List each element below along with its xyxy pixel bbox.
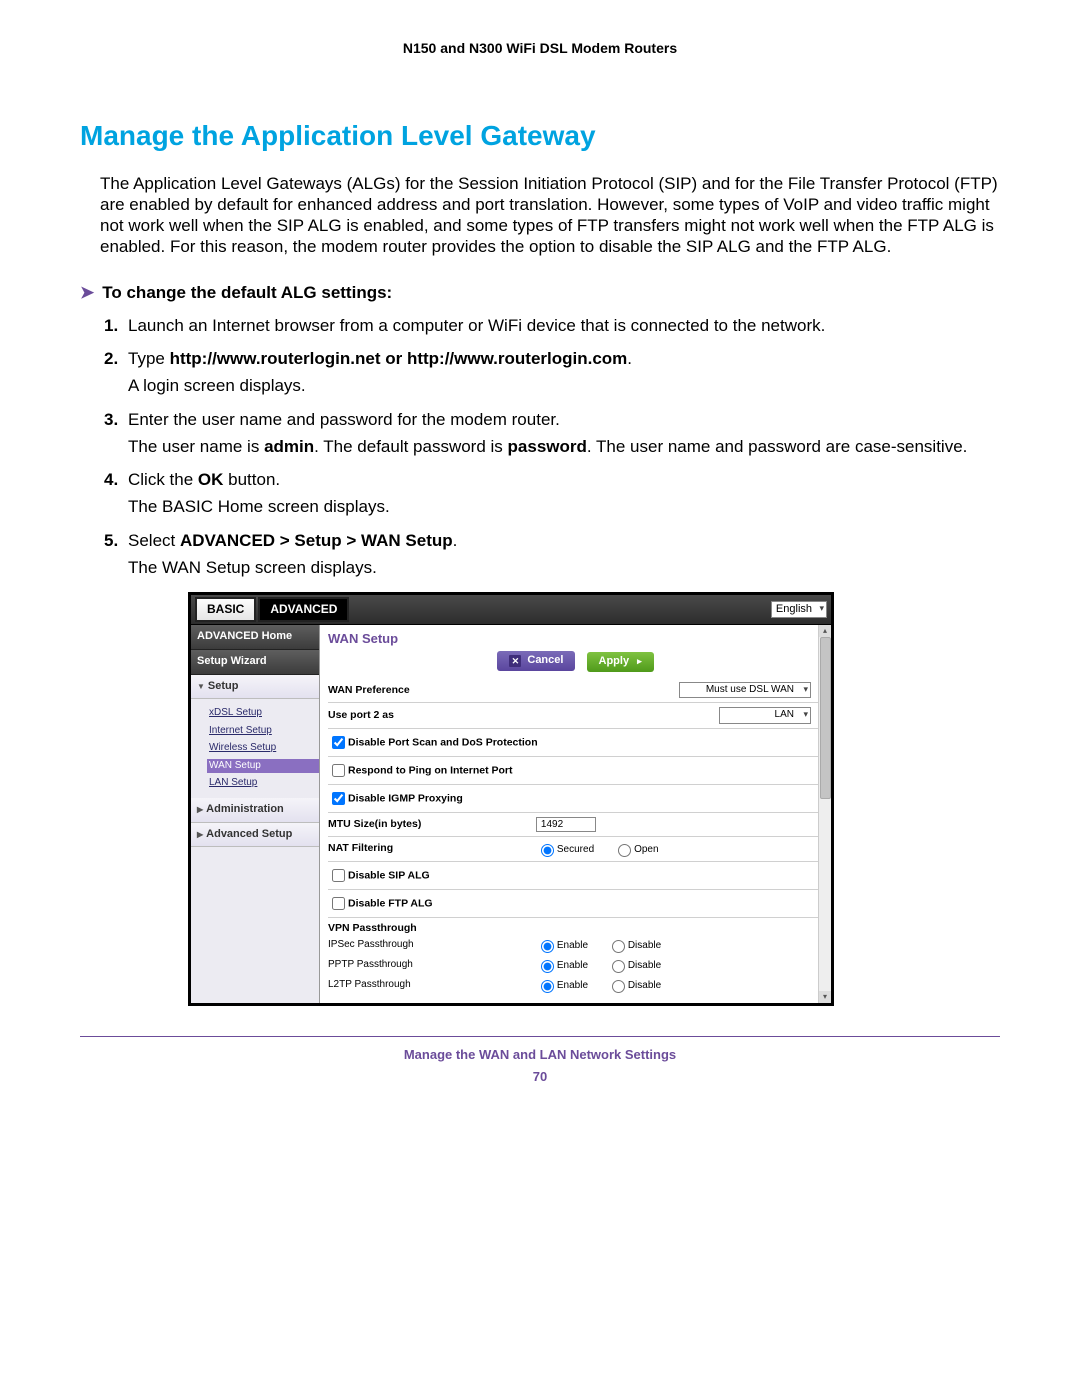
- row-pptp: PPTP Passthrough Enable Disable: [328, 955, 823, 975]
- label-pptp: PPTP Passthrough: [328, 959, 536, 972]
- radio-l2tp-disable[interactable]: [612, 980, 625, 993]
- section-title: Manage the Application Level Gateway: [80, 118, 1000, 153]
- step-4-text: Click the OK button.: [128, 470, 280, 489]
- label-port2: Use port 2 as: [328, 709, 536, 722]
- procedure-arrow-icon: ➤: [80, 282, 94, 303]
- label-nat: NAT Filtering: [328, 842, 536, 855]
- step-3-result: The user name is admin. The default pass…: [128, 436, 1000, 457]
- scroll-down-icon[interactable]: ▾: [819, 991, 831, 1003]
- step-1-text: Launch an Internet browser from a comput…: [128, 316, 825, 335]
- scroll-thumb[interactable]: [820, 637, 831, 799]
- sidebar-item-internet[interactable]: Internet Setup: [207, 724, 319, 739]
- step-2-text: Type http://www.routerlogin.net or http:…: [128, 349, 632, 368]
- label-disable-sip: Disable SIP ALG: [348, 869, 430, 881]
- step-5-text: Select ADVANCED > Setup > WAN Setup.: [128, 531, 457, 550]
- step-2-result: A login screen displays.: [128, 375, 1000, 396]
- row-disable-scan: Disable Port Scan and DoS Protection: [328, 729, 823, 757]
- sidebar-setup-section[interactable]: ▼Setup: [191, 675, 319, 700]
- label-wan-preference: WAN Preference: [328, 684, 536, 697]
- tab-advanced[interactable]: ADVANCED: [258, 597, 349, 622]
- sidebar-setup-subitems: xDSL Setup Internet Setup Wireless Setup…: [191, 699, 319, 798]
- sidebar-filler: [191, 847, 319, 1003]
- radio-pptp-enable[interactable]: [541, 960, 554, 973]
- row-nat: NAT Filtering Secured Open: [328, 837, 823, 862]
- procedure-heading-text: To change the default ALG settings:: [102, 282, 392, 303]
- row-l2tp: L2TP Passthrough Enable Disable: [328, 975, 823, 995]
- checkbox-disable-igmp[interactable]: [332, 792, 345, 805]
- checkbox-disable-ftp[interactable]: [332, 897, 345, 910]
- radio-nat-open[interactable]: [618, 844, 631, 857]
- step-2: Type http://www.routerlogin.net or http:…: [108, 348, 1000, 397]
- sidebar-item-lan[interactable]: LAN Setup: [207, 776, 319, 791]
- checkbox-disable-scan[interactable]: [332, 736, 345, 749]
- scrollbar[interactable]: ▴ ▾: [818, 625, 831, 1003]
- radio-ipsec-enable[interactable]: [541, 940, 554, 953]
- step-5-result: The WAN Setup screen displays.: [128, 557, 1000, 578]
- step-4-result: The BASIC Home screen displays.: [128, 496, 1000, 517]
- tab-basic[interactable]: BASIC: [195, 597, 256, 622]
- sidebar-advanced-home[interactable]: ADVANCED Home: [191, 625, 319, 650]
- label-disable-ftp: Disable FTP ALG: [348, 897, 433, 909]
- sidebar-setup-wizard[interactable]: Setup Wizard: [191, 650, 319, 675]
- intro-paragraph: The Application Level Gateways (ALGs) fo…: [80, 173, 1000, 258]
- tab-bar: BASIC ADVANCED English: [191, 595, 831, 625]
- row-wan-preference: WAN Preference Must use DSL WAN: [328, 678, 823, 704]
- step-3: Enter the user name and password for the…: [108, 409, 1000, 458]
- input-mtu[interactable]: [536, 817, 596, 832]
- label-mtu: MTU Size(in bytes): [328, 818, 536, 831]
- select-wan-preference[interactable]: Must use DSL WAN: [679, 682, 811, 699]
- wan-setup-screenshot: BASIC ADVANCED English ADVANCED Home Set…: [188, 592, 834, 1006]
- caret-down-icon: ▼: [197, 682, 205, 692]
- label-l2tp: L2TP Passthrough: [328, 979, 536, 992]
- row-ipsec: IPSec Passthrough Enable Disable: [328, 935, 823, 955]
- scroll-up-icon[interactable]: ▴: [819, 625, 831, 637]
- sidebar-item-wireless[interactable]: Wireless Setup: [207, 741, 319, 756]
- sidebar-item-wan[interactable]: WAN Setup: [207, 759, 319, 774]
- row-disable-igmp: Disable IGMP Proxying: [328, 785, 823, 813]
- step-5: Select ADVANCED > Setup > WAN Setup. The…: [108, 530, 1000, 1007]
- radio-pptp-disable[interactable]: [612, 960, 625, 973]
- footer-rule: [80, 1036, 1000, 1037]
- apply-button[interactable]: Apply▸: [587, 652, 654, 672]
- footer-text: Manage the WAN and LAN Network Settings: [80, 1047, 1000, 1063]
- row-mtu: MTU Size(in bytes): [328, 813, 823, 837]
- label-disable-scan: Disable Port Scan and DoS Protection: [348, 736, 538, 748]
- page-number: 70: [80, 1069, 1000, 1085]
- content-pane: WAN Setup ✕Cancel Apply▸ WAN Preference …: [320, 625, 831, 1003]
- row-port2: Use port 2 as LAN: [328, 703, 823, 729]
- sidebar-item-xdsl[interactable]: xDSL Setup: [207, 706, 319, 721]
- button-row: ✕Cancel Apply▸: [328, 651, 823, 672]
- vpn-passthrough-group: IPSec Passthrough Enable Disable PPTP Pa…: [328, 935, 823, 995]
- step-4: Click the OK button. The BASIC Home scre…: [108, 469, 1000, 518]
- label-respond-ping: Respond to Ping on Internet Port: [348, 764, 513, 776]
- radio-ipsec-disable[interactable]: [612, 940, 625, 953]
- row-disable-sip: Disable SIP ALG: [328, 862, 823, 890]
- checkbox-respond-ping[interactable]: [332, 764, 345, 777]
- caret-right-icon: ▶: [197, 805, 203, 815]
- label-disable-igmp: Disable IGMP Proxying: [348, 792, 463, 804]
- radio-l2tp-enable[interactable]: [541, 980, 554, 993]
- vpn-heading: VPN Passthrough: [328, 918, 823, 935]
- sidebar: ADVANCED Home Setup Wizard ▼Setup xDSL S…: [191, 625, 320, 1003]
- sidebar-administration-section[interactable]: ▶Administration: [191, 798, 319, 823]
- sidebar-advanced-setup-section[interactable]: ▶Advanced Setup: [191, 823, 319, 848]
- procedure-heading: ➤ To change the default ALG settings:: [80, 282, 1000, 303]
- step-3-text: Enter the user name and password for the…: [128, 410, 560, 429]
- caret-right-icon: ▶: [197, 830, 203, 840]
- step-1: Launch an Internet browser from a comput…: [108, 315, 1000, 336]
- row-respond-ping: Respond to Ping on Internet Port: [328, 757, 823, 785]
- close-icon: ✕: [509, 655, 521, 667]
- radio-nat-secured[interactable]: [541, 844, 554, 857]
- language-select[interactable]: English: [771, 601, 827, 619]
- document-header: N150 and N300 WiFi DSL Modem Routers: [80, 40, 1000, 58]
- cancel-button[interactable]: ✕Cancel: [497, 651, 575, 671]
- select-port2[interactable]: LAN: [719, 707, 811, 724]
- apply-arrow-icon: ▸: [637, 656, 642, 667]
- ui-page-title: WAN Setup: [328, 631, 823, 647]
- row-disable-ftp: Disable FTP ALG: [328, 890, 823, 918]
- steps-list: Launch an Internet browser from a comput…: [80, 315, 1000, 1006]
- checkbox-disable-sip[interactable]: [332, 869, 345, 882]
- label-ipsec: IPSec Passthrough: [328, 939, 536, 952]
